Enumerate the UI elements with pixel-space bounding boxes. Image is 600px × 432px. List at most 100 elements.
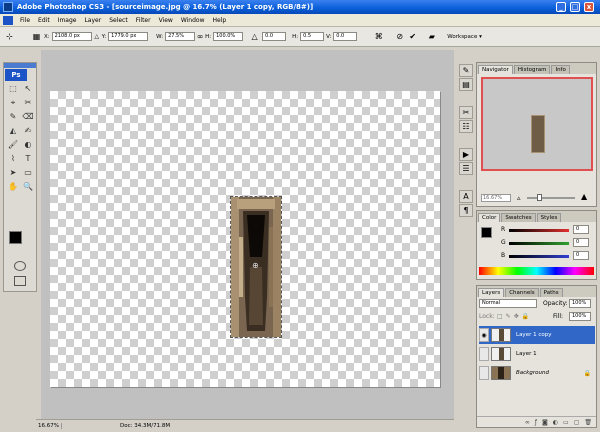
- tab-layers[interactable]: Layers: [478, 288, 505, 297]
- warp-icon[interactable]: ⌘: [373, 31, 384, 42]
- tab-swatches[interactable]: Swatches: [501, 213, 536, 222]
- crop-tool-icon[interactable]: ✂: [22, 97, 34, 109]
- lock-icons[interactable]: □✎✥🔒: [497, 313, 532, 320]
- menu-layer[interactable]: Layer: [80, 17, 105, 24]
- maximize-button[interactable]: □: [570, 2, 580, 12]
- workspace-menu[interactable]: Workspace ▾: [447, 34, 482, 40]
- move-tool-icon[interactable]: ↖: [22, 83, 34, 95]
- triangle-icon[interactable]: △: [94, 31, 100, 42]
- r-slider[interactable]: [509, 229, 569, 232]
- stamp-tool-icon[interactable]: ◭: [7, 125, 19, 137]
- b-slider[interactable]: [509, 255, 569, 258]
- paragraph-panel-icon[interactable]: ¶: [459, 204, 473, 217]
- zoom-in-icon[interactable]: ▲: [581, 193, 587, 201]
- menu-filter[interactable]: Filter: [132, 17, 155, 24]
- tab-info[interactable]: Info: [551, 65, 570, 74]
- transform-tool-icon[interactable]: ⊹: [4, 31, 15, 42]
- actions-panel-icon[interactable]: ▶: [459, 148, 473, 161]
- menu-file[interactable]: File: [16, 17, 34, 24]
- tool-presets-icon[interactable]: ▤: [459, 78, 473, 91]
- adjustment-icon[interactable]: ◐: [553, 417, 558, 427]
- height-field[interactable]: 100.0%: [213, 32, 244, 41]
- opacity-field[interactable]: 100%: [569, 299, 591, 308]
- link-icon[interactable]: ∞: [197, 31, 204, 42]
- brush-panel-icon[interactable]: ✎: [459, 64, 473, 77]
- trash-icon[interactable]: 🗑: [584, 417, 592, 427]
- minimize-button[interactable]: _: [556, 2, 566, 12]
- b-field[interactable]: 0: [573, 251, 589, 260]
- quick-mask-icon[interactable]: [14, 261, 26, 271]
- visibility-toggle-icon[interactable]: [479, 347, 489, 361]
- cancel-transform-icon[interactable]: ⊘: [394, 31, 405, 42]
- layer-comps-icon[interactable]: ✂: [459, 106, 473, 119]
- layer-name[interactable]: Background: [516, 370, 549, 376]
- eraser-tool-icon[interactable]: ⌫: [22, 111, 34, 123]
- navigator-zoom-slider[interactable]: [527, 197, 575, 199]
- transform-center-icon[interactable]: ⊕: [252, 262, 260, 270]
- menu-view[interactable]: View: [155, 17, 177, 24]
- history-panel-icon[interactable]: ☷: [459, 120, 473, 133]
- g-field[interactable]: 0: [573, 238, 589, 247]
- menu-window[interactable]: Window: [177, 17, 209, 24]
- bridge-icon[interactable]: ▰: [426, 31, 437, 42]
- ps-menu-icon[interactable]: [3, 15, 13, 25]
- visibility-toggle-icon[interactable]: [479, 366, 489, 380]
- color-ramp[interactable]: [479, 267, 594, 275]
- info-panel-icon[interactable]: ☰: [459, 162, 473, 175]
- lasso-tool-icon[interactable]: ⌖: [7, 97, 19, 109]
- color-fg-swatch[interactable]: [481, 227, 492, 238]
- zoom-level[interactable]: 16.67%: [36, 423, 62, 429]
- link-icon[interactable]: ∞: [525, 417, 530, 427]
- g-slider[interactable]: [509, 242, 569, 245]
- navigator-zoom-field[interactable]: 16.67%: [481, 194, 511, 202]
- toolbox-grip[interactable]: [4, 63, 36, 68]
- layer-row-layer-1-copy[interactable]: ◉ Layer 1 copy: [479, 326, 595, 344]
- x-field[interactable]: 2108.0 px: [51, 32, 92, 41]
- visibility-eye-icon[interactable]: ◉: [479, 328, 489, 342]
- folder-icon[interactable]: ▭: [563, 417, 569, 427]
- fx-icon[interactable]: ƒ: [535, 417, 537, 427]
- menu-image[interactable]: Image: [54, 17, 81, 24]
- shape-tool-icon[interactable]: ▭: [22, 167, 34, 179]
- tab-styles[interactable]: Styles: [536, 213, 562, 222]
- width-field[interactable]: 27.5%: [165, 32, 196, 41]
- layer-name[interactable]: Layer 1 copy: [516, 332, 551, 338]
- type-tool-icon[interactable]: T: [22, 153, 34, 165]
- vskew-field[interactable]: 0.0: [333, 32, 358, 41]
- zoom-tool-icon[interactable]: 🔍: [22, 181, 34, 193]
- menu-select[interactable]: Select: [105, 17, 132, 24]
- tab-histogram[interactable]: Histogram: [513, 65, 551, 74]
- navigator-preview[interactable]: [481, 77, 593, 171]
- zoom-out-icon[interactable]: ▵: [517, 194, 521, 202]
- close-button[interactable]: x: [584, 2, 594, 12]
- hskew-field[interactable]: 0.5: [300, 32, 325, 41]
- r-field[interactable]: 0: [573, 225, 589, 234]
- layer-name[interactable]: Layer 1: [516, 351, 537, 357]
- menu-edit[interactable]: Edit: [34, 17, 54, 24]
- ps-badge[interactable]: Ps: [5, 69, 27, 81]
- mask-icon[interactable]: ◙: [542, 417, 548, 427]
- menu-help[interactable]: Help: [209, 17, 231, 24]
- path-select-icon[interactable]: ➤: [7, 167, 19, 179]
- history-brush-icon[interactable]: ✍: [22, 125, 34, 137]
- tab-paths[interactable]: Paths: [539, 288, 563, 297]
- layer-row-background[interactable]: Background 🔒: [479, 364, 595, 382]
- foreground-color-swatch[interactable]: [9, 231, 22, 244]
- hand-tool-icon[interactable]: ✋: [7, 181, 19, 193]
- reference-point-icon[interactable]: ▦: [31, 31, 42, 42]
- dodge-tool-icon[interactable]: ◐: [22, 139, 34, 151]
- layer-row-layer-1[interactable]: Layer 1: [479, 345, 595, 363]
- fill-field[interactable]: 100%: [569, 312, 591, 321]
- new-layer-icon[interactable]: ▢: [574, 417, 580, 427]
- rotate-field[interactable]: 0.0: [262, 32, 287, 41]
- y-field[interactable]: 1779.0 px: [108, 32, 149, 41]
- brush-tool-icon[interactable]: ✎: [7, 111, 19, 123]
- blend-mode-select[interactable]: Normal: [479, 299, 537, 308]
- screen-mode-icon[interactable]: [14, 276, 26, 286]
- navigator-slider-thumb[interactable]: [537, 194, 542, 201]
- gradient-tool-icon[interactable]: 🖌: [7, 139, 19, 151]
- tab-color[interactable]: Color: [478, 213, 501, 222]
- marquee-tool-icon[interactable]: ⬚: [7, 83, 19, 95]
- pen-tool-icon[interactable]: ⌇: [7, 153, 19, 165]
- character-panel-icon[interactable]: A: [459, 190, 473, 203]
